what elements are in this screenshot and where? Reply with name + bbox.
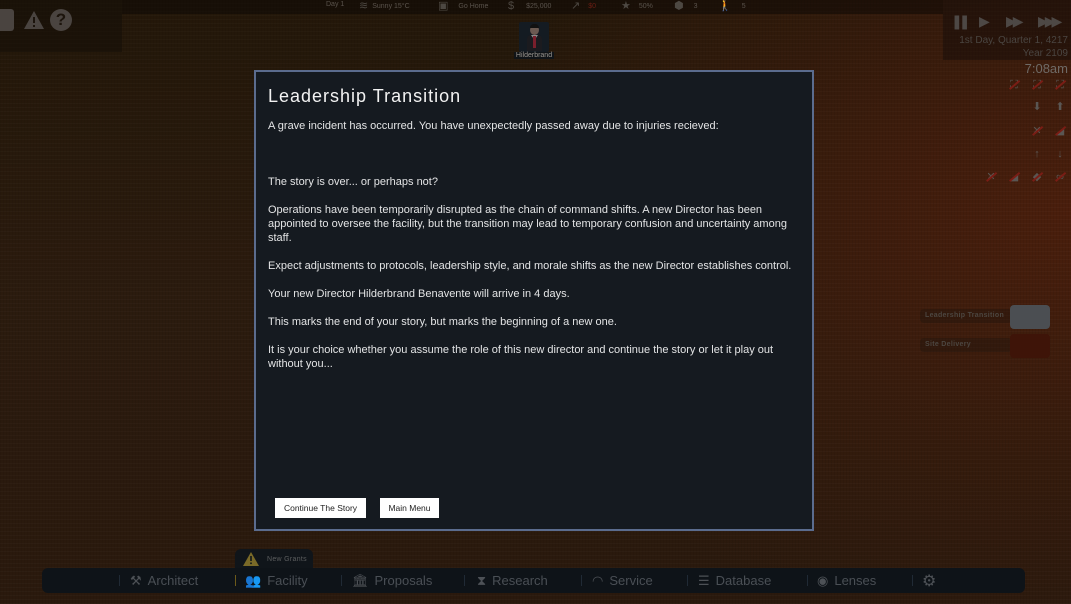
notification-site-delivery[interactable]: Site Delivery xyxy=(920,334,1050,358)
status-staff: 🚶 5 xyxy=(718,0,746,12)
dollar-icon: $ xyxy=(508,0,515,12)
dialog-paragraph: The story is over... or perhaps not? xyxy=(268,176,438,188)
notification-chip[interactable] xyxy=(1010,334,1050,358)
gauge-icon: ◠ xyxy=(592,572,604,588)
status-policy[interactable]: ▣ Go Home xyxy=(438,1,488,12)
trend-icon: ↗ xyxy=(571,0,581,12)
nav-database[interactable]: ☰ Database xyxy=(698,568,771,593)
tools-icon: ⚒ xyxy=(130,572,142,588)
help-icon[interactable]: ? xyxy=(50,9,72,31)
fast-forward-button[interactable]: ▶▶ xyxy=(1006,13,1023,29)
status-bar: Day 1 ≋ Sunny 15°C ▣ Go Home $ $25,000 ↗ $0 … xyxy=(122,0,943,14)
people-icon: 👥 xyxy=(245,572,262,588)
director-portrait[interactable]: Hilderbrand xyxy=(514,22,554,60)
year-label: Year 2109 xyxy=(1022,48,1068,59)
clipboard-icon: ▣ xyxy=(438,0,449,12)
leadership-transition-dialog: Leadership Transition A grave incident h… xyxy=(254,70,814,531)
eye-icon: ◉ xyxy=(817,572,829,588)
tools-toggle-icon[interactable]: ✕ xyxy=(1030,124,1044,138)
main-menu-button[interactable]: Main Menu xyxy=(380,498,439,518)
nav-proposals[interactable]: 🏛 Proposals xyxy=(352,568,432,593)
layer-up-icon[interactable]: ⬆ xyxy=(1053,100,1067,114)
nav-architect[interactable]: ⚒ Architect xyxy=(130,568,198,593)
dialog-paragraph: Your new Director Hilderbrand Benavente … xyxy=(268,288,570,300)
dialog-paragraph: A grave incident has occurred. You have … xyxy=(268,120,719,132)
dialog-paragraph: Operations have been temporarily disrupt… xyxy=(268,204,787,244)
layer-down-icon[interactable]: ⬇ xyxy=(1030,100,1044,114)
nav-service[interactable]: ◠ Service xyxy=(592,568,653,593)
wall-toggle-icon[interactable]: ◢ xyxy=(1053,124,1067,138)
play-button[interactable]: ▶ xyxy=(979,13,990,29)
nav-facility[interactable]: 👥 Facility xyxy=(245,568,308,593)
floor-filter-icon[interactable]: ◆ xyxy=(1030,170,1044,184)
toggle-icon-3[interactable]: ⛶ xyxy=(1053,78,1067,92)
status-funds: $ $25,000 xyxy=(508,0,552,12)
nav-research[interactable]: ⧗ Research xyxy=(477,568,548,593)
gear-icon: ⚙ xyxy=(922,572,937,590)
new-grants-tab[interactable]: New Grants xyxy=(235,549,313,569)
notification-chip[interactable] xyxy=(1010,305,1050,329)
shield-icon: ⬢ xyxy=(674,0,684,12)
wall-filter-icon[interactable]: ◢ xyxy=(1007,170,1021,184)
warning-icon[interactable] xyxy=(23,9,45,31)
person-icon: 🚶 xyxy=(718,0,732,12)
dialog-body: A grave incident has occurred. You have … xyxy=(268,119,808,371)
top-left-panel: ? xyxy=(0,0,122,52)
arrow-up-icon[interactable]: ↑ xyxy=(1030,147,1044,161)
fastest-button[interactable]: ▶▶▶ xyxy=(1038,13,1062,29)
pause-button[interactable]: ❚❚ xyxy=(951,13,971,29)
status-rating: ★ 50% xyxy=(621,0,653,12)
dialog-paragraph: Expect adjustments to protocols, leaders… xyxy=(268,260,792,272)
toggle-icon-2[interactable]: ⛶ xyxy=(1030,78,1044,92)
dialog-paragraph: It is your choice whether you assume the… xyxy=(268,344,774,370)
database-icon: ☰ xyxy=(698,572,710,588)
star-icon: ★ xyxy=(621,0,631,12)
tools-filter-icon[interactable]: ✕ xyxy=(984,170,998,184)
status-weather: ≋ Sunny 15°C xyxy=(359,0,410,12)
status-day: Day 1 xyxy=(326,1,345,8)
status-security: ⬢ 3 xyxy=(674,0,698,12)
clock-label: 7:08am xyxy=(1024,61,1068,76)
hourglass-icon: ⧗ xyxy=(477,572,487,588)
portrait-name: Hilderbrand xyxy=(514,52,554,59)
portrait-frame xyxy=(519,22,549,52)
bank-icon: 🏛 xyxy=(352,572,369,588)
link-filter-icon[interactable]: ∞ xyxy=(1053,170,1067,184)
dialog-paragraph: This marks the end of your story, but ma… xyxy=(268,316,617,328)
date-label: 1st Day, Quarter 1, 4217 xyxy=(959,35,1068,46)
continue-story-button[interactable]: Continue The Story xyxy=(275,498,366,518)
arrow-down-icon[interactable]: ↓ xyxy=(1053,147,1067,161)
bottom-navbar: ⚒ Architect 👥 Facility 🏛 Proposals ⧗ Researc… xyxy=(42,568,1025,593)
nav-lenses[interactable]: ◉ Lenses xyxy=(817,568,876,593)
time-panel: ❚❚ ▶ ▶▶ ▶▶▶ 1st Day, Quarter 1, 4217 Yea… xyxy=(943,0,1071,76)
save-icon[interactable] xyxy=(0,9,14,31)
wind-icon: ≋ xyxy=(359,0,369,12)
status-income: ↗ $0 xyxy=(571,0,597,12)
nav-settings[interactable]: ⚙ xyxy=(922,568,936,593)
dialog-title: Leadership Transition xyxy=(268,86,462,106)
warning-icon xyxy=(243,552,259,566)
toggle-icon-1[interactable]: ⛶ xyxy=(1007,78,1021,92)
notification-leadership-transition[interactable]: Leadership Transition xyxy=(920,305,1050,329)
